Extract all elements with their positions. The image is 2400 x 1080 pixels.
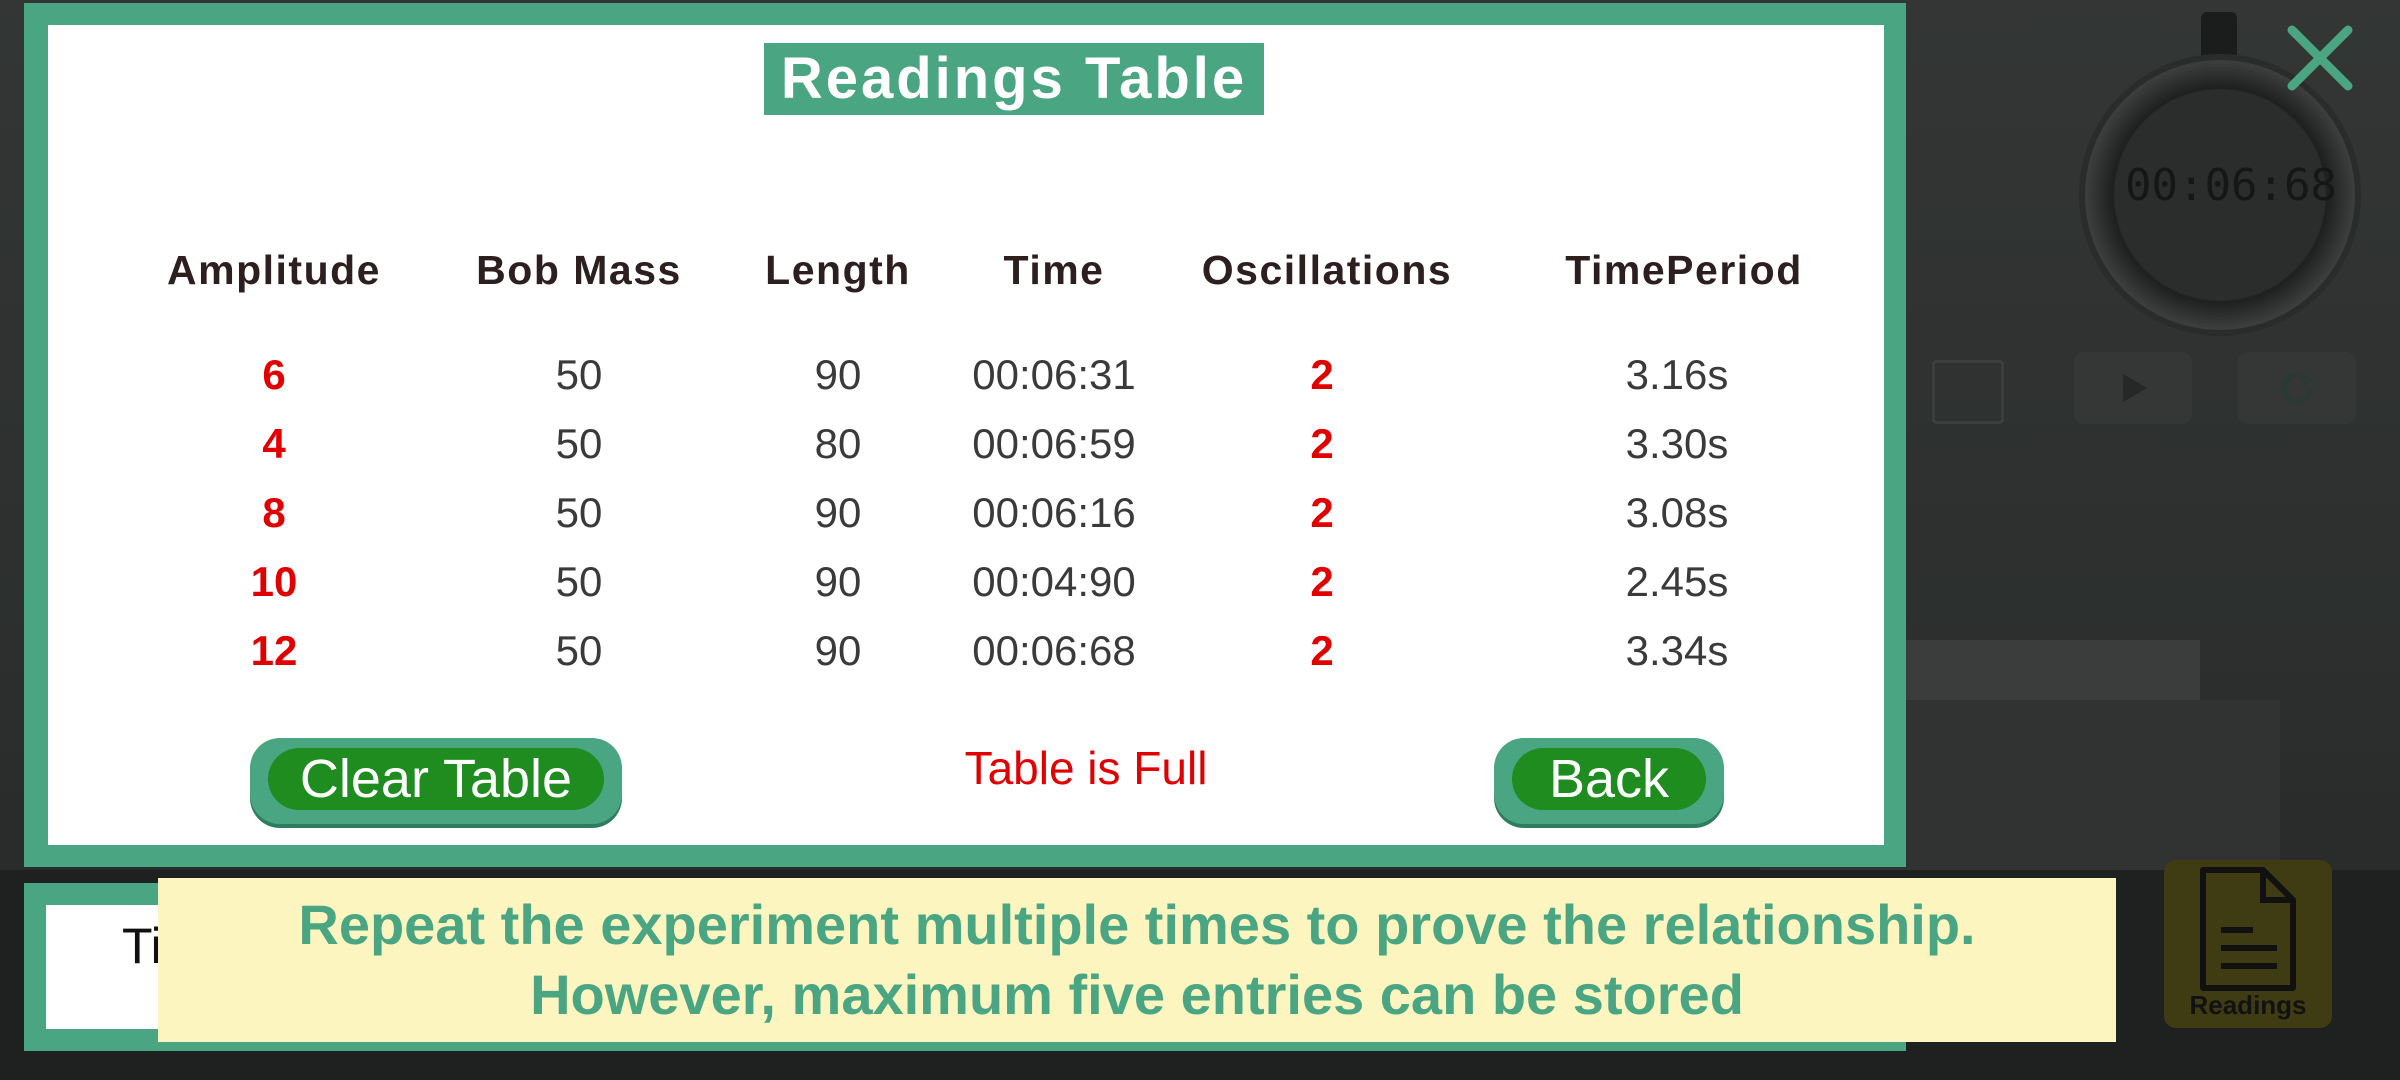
cell-bob-mass: 50: [555, 351, 603, 398]
cell-oscillations: 2: [1310, 558, 1334, 605]
column-header-bob-mass: Bob Mass: [476, 247, 682, 293]
table-status: Table is Full: [964, 742, 1208, 794]
cell-oscillations: 2: [1310, 627, 1334, 674]
dialog-title: Readings Table: [764, 43, 1264, 115]
clear-table-label: Clear Table: [268, 748, 604, 810]
column-header-length: Length: [765, 247, 911, 293]
cell-amplitude: 6: [262, 351, 286, 398]
bottom-info-text: Ti: [122, 918, 162, 974]
cell-amplitude: 10: [250, 558, 298, 605]
tip-line-2: However, maximum five entries can be sto…: [530, 963, 1744, 1026]
cell-length: 90: [814, 627, 862, 674]
play-button[interactable]: [2074, 352, 2192, 424]
cell-bob-mass: 50: [555, 489, 603, 536]
column-header-oscillations: Oscillations: [1201, 247, 1453, 293]
back-button[interactable]: Back: [1494, 738, 1724, 824]
cell-time: 00:06:16: [972, 489, 1136, 536]
readings-dialog: Readings Table Amplitude Bob Mass Length…: [24, 3, 1906, 867]
cell-time: 00:04:90: [972, 558, 1136, 605]
cell-time-period: 3.30s: [1625, 420, 1729, 467]
back-label: Back: [1512, 748, 1706, 810]
cell-time-period: 3.16s: [1625, 351, 1729, 398]
tip-line-1: Repeat the experiment multiple times to …: [298, 893, 1976, 956]
column-header-timeperiod: TimePeriod: [1565, 247, 1803, 293]
instruction-tip: Repeat the experiment multiple times to …: [158, 878, 2116, 1042]
cell-bob-mass: 50: [555, 627, 603, 674]
reset-icon: [2281, 372, 2313, 404]
cell-bob-mass: 50: [555, 420, 603, 467]
cell-amplitude: 8: [262, 489, 286, 536]
document-icon: [2200, 867, 2296, 991]
cell-length: 90: [814, 351, 862, 398]
cell-time: 00:06:59: [972, 420, 1136, 467]
cell-time-period: 3.08s: [1625, 489, 1729, 536]
cell-length: 90: [814, 489, 862, 536]
readings-dialog-body: Readings Table Amplitude Bob Mass Length…: [48, 25, 1884, 845]
cell-time: 00:06:68: [972, 627, 1136, 674]
clear-table-button[interactable]: Clear Table: [250, 738, 622, 824]
column-header-time: Time: [1003, 247, 1105, 293]
stopwatch-knob: [2201, 12, 2237, 64]
cell-length: 80: [814, 420, 862, 467]
readings-button[interactable]: Readings: [2164, 860, 2332, 1028]
stop-control[interactable]: [1932, 360, 2004, 424]
cell-amplitude: 12: [250, 627, 298, 674]
reset-button[interactable]: [2238, 352, 2356, 424]
cell-length: 90: [814, 558, 862, 605]
close-icon[interactable]: [2282, 20, 2358, 96]
cell-amplitude: 4: [262, 420, 286, 467]
cell-oscillations: 2: [1310, 351, 1334, 398]
cell-oscillations: 2: [1310, 420, 1334, 467]
readings-label: Readings: [2189, 990, 2307, 1020]
play-icon: [2123, 374, 2147, 402]
cell-bob-mass: 50: [555, 558, 603, 605]
column-header-amplitude: Amplitude: [167, 247, 381, 293]
stopwatch-display: 00:06:68: [2125, 160, 2337, 211]
cell-time: 00:06:31: [972, 351, 1136, 398]
cell-oscillations: 2: [1310, 489, 1334, 536]
cell-time-period: 2.45s: [1625, 558, 1729, 605]
cell-time-period: 3.34s: [1625, 627, 1729, 674]
